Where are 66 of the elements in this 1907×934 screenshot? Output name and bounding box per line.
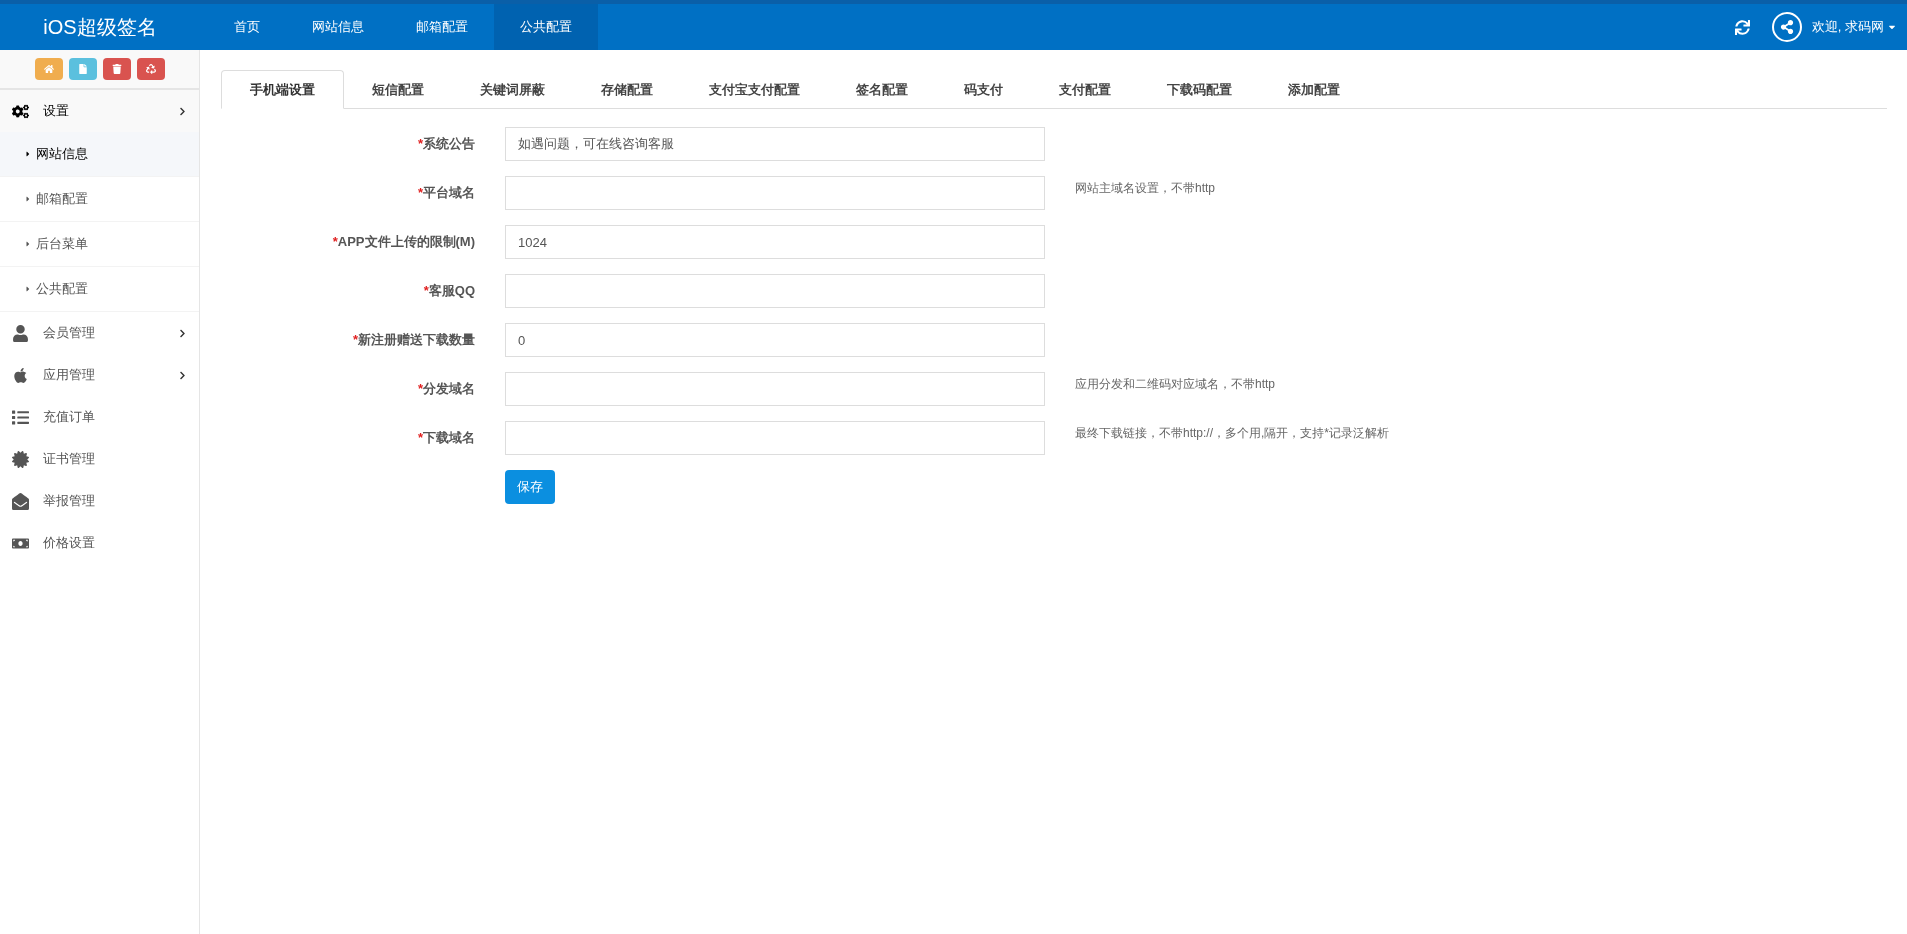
help-text: 应用分发和二维码对应域名，不带http xyxy=(1075,376,1275,393)
envelope-icon xyxy=(12,492,29,510)
badge-icon xyxy=(12,450,29,468)
tab[interactable]: 手机端设置 xyxy=(221,70,344,109)
field-label: *下载域名 xyxy=(417,430,475,445)
sidebar-item[interactable]: 应用管理 xyxy=(0,354,199,396)
field-label: *APP文件上传的限制(M) xyxy=(332,234,475,249)
nav-tab[interactable]: 网站信息 xyxy=(286,4,390,50)
sidebar-item[interactable]: 价格设置 xyxy=(0,522,199,564)
field-label: *客服QQ xyxy=(423,283,475,298)
caret-icon xyxy=(24,195,32,203)
submenu-item[interactable]: 公共配置 xyxy=(0,267,199,312)
sidebar-item[interactable]: 充值订单 xyxy=(0,396,199,438)
help-text: 网站主域名设置，不带http xyxy=(1075,180,1215,197)
tab[interactable]: 短信配置 xyxy=(344,70,452,109)
tool-button[interactable] xyxy=(34,58,63,80)
gears-icon xyxy=(12,102,29,120)
submenu-item[interactable]: 邮箱配置 xyxy=(0,177,199,222)
field-label: *分发域名 xyxy=(417,381,475,396)
chevron-icon xyxy=(178,106,187,116)
input-field[interactable] xyxy=(505,372,1045,406)
tab[interactable]: 关键词屏蔽 xyxy=(452,70,573,109)
field-label: *系统公告 xyxy=(417,136,475,151)
submenu-item[interactable]: 网站信息 xyxy=(0,132,199,177)
sidebar-item[interactable]: 证书管理 xyxy=(0,438,199,480)
nav-tab[interactable]: 公共配置 xyxy=(494,4,598,50)
home-icon xyxy=(43,64,54,74)
tab[interactable]: 下载码配置 xyxy=(1139,70,1260,109)
tab[interactable]: 支付宝支付配置 xyxy=(681,70,828,109)
caret-icon xyxy=(24,240,32,248)
tool-button[interactable] xyxy=(68,58,97,80)
submenu-item[interactable]: 后台菜单 xyxy=(0,222,199,267)
trash-icon xyxy=(111,64,122,74)
refresh-icon[interactable] xyxy=(1734,19,1750,35)
chevron-icon xyxy=(178,328,187,338)
nav-tab[interactable]: 邮箱配置 xyxy=(390,4,494,50)
tool-button[interactable] xyxy=(136,58,165,80)
sidebar-item[interactable]: 会员管理 xyxy=(0,312,199,354)
input-field[interactable]: 1024 xyxy=(505,225,1045,259)
nav-tab[interactable]: 首页 xyxy=(208,4,286,50)
user-menu[interactable]: 欢迎, 求码网 xyxy=(1811,17,1897,37)
tab[interactable]: 签名配置 xyxy=(828,70,936,109)
input-field[interactable]: 0 xyxy=(505,323,1045,357)
user-icon xyxy=(12,324,29,342)
sidebar-item[interactable]: 举报管理 xyxy=(0,480,199,522)
caret-icon xyxy=(24,285,32,293)
caret-icon xyxy=(24,150,32,158)
help-text: 最终下载链接，不带http://，多个用,隔开，支持*记录泛解析 xyxy=(1075,425,1390,442)
chevron-icon xyxy=(178,370,187,380)
list-icon xyxy=(12,408,29,426)
input-field[interactable] xyxy=(505,421,1045,455)
recycle-icon xyxy=(145,64,156,74)
tab[interactable]: 添加配置 xyxy=(1260,70,1368,109)
tool-button[interactable] xyxy=(102,58,131,80)
file-icon xyxy=(77,64,88,74)
input-field[interactable] xyxy=(505,274,1045,308)
field-label: *平台域名 xyxy=(417,185,475,200)
input-field[interactable] xyxy=(505,176,1045,210)
sidebar-item[interactable]: 设置 xyxy=(0,90,199,132)
apple-icon xyxy=(12,366,29,384)
field-label: *新注册赠送下载数量 xyxy=(352,332,475,347)
app-logo[interactable]: iOS超级签名 xyxy=(43,12,157,42)
input-field[interactable]: 如遇问题，可在线咨询客服 xyxy=(505,127,1045,161)
tab[interactable]: 支付配置 xyxy=(1031,70,1139,109)
tab[interactable]: 码支付 xyxy=(936,70,1031,109)
tab[interactable]: 存储配置 xyxy=(573,70,681,109)
